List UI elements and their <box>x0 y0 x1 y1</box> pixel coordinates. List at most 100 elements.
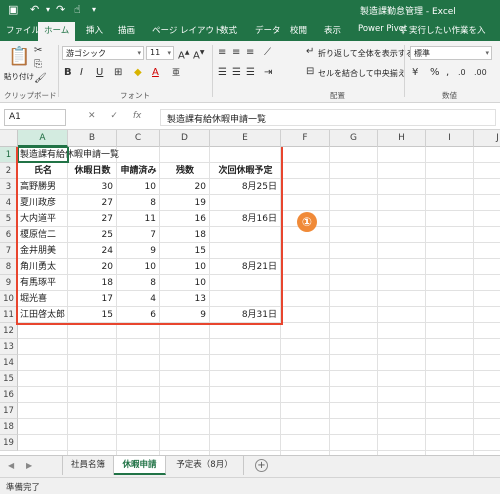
lightbulb-icon: ♀ <box>400 26 407 36</box>
phonetic-icon[interactable]: 亜 <box>172 67 180 79</box>
column-header-f[interactable]: F <box>281 130 330 147</box>
cancel-icon[interactable]: ✕ <box>88 111 96 121</box>
row-header-14[interactable]: 14 <box>0 355 18 371</box>
align-center-icon[interactable]: ☰ <box>232 67 241 79</box>
column-header-i[interactable]: I <box>426 130 474 147</box>
wrap-text-icon[interactable]: ↵ <box>306 46 314 58</box>
tab-view[interactable]: 表示 <box>324 24 341 36</box>
callout-number-badge: ① <box>297 212 317 232</box>
column-header-a[interactable]: A <box>18 130 68 147</box>
border-icon[interactable]: ⊞ <box>114 67 122 79</box>
underline-icon[interactable]: U <box>96 67 103 79</box>
font-color-icon[interactable]: A <box>152 67 159 79</box>
comma-icon[interactable]: , <box>446 67 449 79</box>
font-group-label: フォント <box>120 91 150 100</box>
merge-center-button[interactable]: セルを結合して中央揃え <box>318 68 406 79</box>
grid-line <box>329 147 330 455</box>
group-separator <box>212 45 213 97</box>
sheet-tab-employees[interactable]: 社員名簿 <box>62 456 114 475</box>
column-header-e[interactable]: E <box>210 130 281 147</box>
tab-review[interactable]: 校閲 <box>290 24 307 36</box>
paste-icon[interactable]: 📋 <box>8 47 30 67</box>
align-middle-icon[interactable]: ≡ <box>232 47 240 59</box>
chevron-down-icon: ▾ <box>167 49 171 57</box>
format-painter-icon[interactable]: 🖌 <box>34 73 47 85</box>
number-format-combo[interactable]: 標準 ▾ <box>410 46 492 60</box>
tab-page-layout[interactable]: ページ レイアウト <box>152 24 223 36</box>
grid-line <box>425 147 426 455</box>
sheet-next-icon[interactable]: ▶ <box>26 461 32 470</box>
group-separator <box>404 45 405 97</box>
increase-font-icon[interactable]: A▲ <box>178 47 189 62</box>
bold-icon[interactable]: B <box>64 67 72 79</box>
align-bottom-icon[interactable]: ≡ <box>246 47 254 59</box>
italic-icon[interactable]: I <box>80 67 83 79</box>
save-icon[interactable]: ▣ <box>8 3 18 16</box>
chevron-down-icon: ▾ <box>137 49 141 57</box>
formula-input[interactable]: 製造課有給休暇申請一覧 <box>160 109 496 126</box>
column-header-h[interactable]: H <box>378 130 426 147</box>
merge-icon[interactable]: ⊟ <box>306 66 314 78</box>
name-box[interactable]: A1 <box>4 109 66 126</box>
indent-icon[interactable]: ⇥ <box>264 67 272 79</box>
add-sheet-icon[interactable]: + <box>255 459 268 472</box>
sheet-prev-icon[interactable]: ◀ <box>8 461 14 470</box>
number-format-value: 標準 <box>414 49 430 58</box>
font-size-combo[interactable]: 11 ▾ <box>146 46 174 60</box>
cut-icon[interactable]: ✂ <box>34 45 42 57</box>
row-header-15[interactable]: 15 <box>0 371 18 387</box>
tab-draw[interactable]: 描画 <box>118 24 135 36</box>
font-name-combo[interactable]: 游ゴシック ▾ <box>62 46 144 60</box>
annotation-box <box>16 147 283 325</box>
row-header-18[interactable]: 18 <box>0 419 18 435</box>
undo-dropdown-icon[interactable]: ▾ <box>46 3 50 16</box>
column-header-c[interactable]: C <box>117 130 160 147</box>
increase-decimal-icon[interactable]: .0 <box>458 67 466 79</box>
align-right-icon[interactable]: ☰ <box>246 67 255 79</box>
row-header-17[interactable]: 17 <box>0 403 18 419</box>
font-name-value: 游ゴシック <box>66 49 106 58</box>
tab-home[interactable]: ホーム <box>38 22 76 41</box>
paste-label[interactable]: 貼り付け <box>4 71 34 82</box>
sheet-tab-bar: ◀ ▶ 社員名簿 休暇申請 予定表（8月） + <box>0 455 500 477</box>
row-header-19[interactable]: 19 <box>0 435 18 451</box>
row-header-13[interactable]: 13 <box>0 339 18 355</box>
row-header-16[interactable]: 16 <box>0 387 18 403</box>
grid-line <box>18 418 500 419</box>
font-size-value: 11 <box>150 48 161 57</box>
function-icon[interactable]: fx <box>133 111 142 121</box>
column-header-d[interactable]: D <box>160 130 210 147</box>
sheet-tab-leave-requests[interactable]: 休暇申請 <box>114 456 166 475</box>
select-all-corner[interactable] <box>0 130 18 147</box>
align-left-icon[interactable]: ☰ <box>218 67 227 79</box>
column-header-j[interactable]: J <box>474 130 500 147</box>
grid-line <box>18 450 500 451</box>
column-header-b[interactable]: B <box>68 130 117 147</box>
touch-mode-icon[interactable]: ☝ <box>74 3 81 16</box>
tell-me-box[interactable]: ♀ 実行したい作業を入 <box>400 24 485 36</box>
tab-data[interactable]: データ <box>255 24 281 36</box>
tab-insert[interactable]: 挿入 <box>86 24 103 36</box>
orientation-icon[interactable]: ⟋ <box>264 47 271 59</box>
align-top-icon[interactable]: ≡ <box>218 47 226 59</box>
tab-formulas[interactable]: 数式 <box>220 24 237 36</box>
grid-line <box>473 147 474 455</box>
copy-icon[interactable]: ⎘ <box>34 59 42 71</box>
column-headers: ABCDEFGHIJ <box>0 130 500 147</box>
currency-icon[interactable]: ¥ <box>412 67 418 79</box>
wrap-text-button[interactable]: 折り返して全体を表示する <box>318 48 414 59</box>
row-header-12[interactable]: 12 <box>0 323 18 339</box>
formula-bar: A1 ✕ ✓ fx 製造課有給休暇申請一覧 <box>0 104 500 130</box>
redo-icon[interactable]: ↷ <box>56 3 65 16</box>
percent-icon[interactable]: % <box>430 67 440 79</box>
worksheet-grid[interactable]: 1 2 3 4 5 6 7 8 9 10 11 12 13 14 15 16 17 18 19 製造課有給休暇申請一覧… <box>0 147 500 455</box>
fill-color-icon[interactable]: ◆ <box>134 67 142 79</box>
enter-icon[interactable]: ✓ <box>110 111 118 121</box>
column-header-g[interactable]: G <box>330 130 378 147</box>
tab-file[interactable]: ファイル <box>6 24 40 36</box>
customize-icon[interactable]: ▾ <box>92 3 96 16</box>
sheet-tab-schedule[interactable]: 予定表（8月） <box>166 456 244 475</box>
decrease-decimal-icon[interactable]: .00 <box>474 67 487 79</box>
undo-icon[interactable]: ↶ <box>30 3 39 16</box>
decrease-font-icon[interactable]: A▼ <box>193 47 204 62</box>
